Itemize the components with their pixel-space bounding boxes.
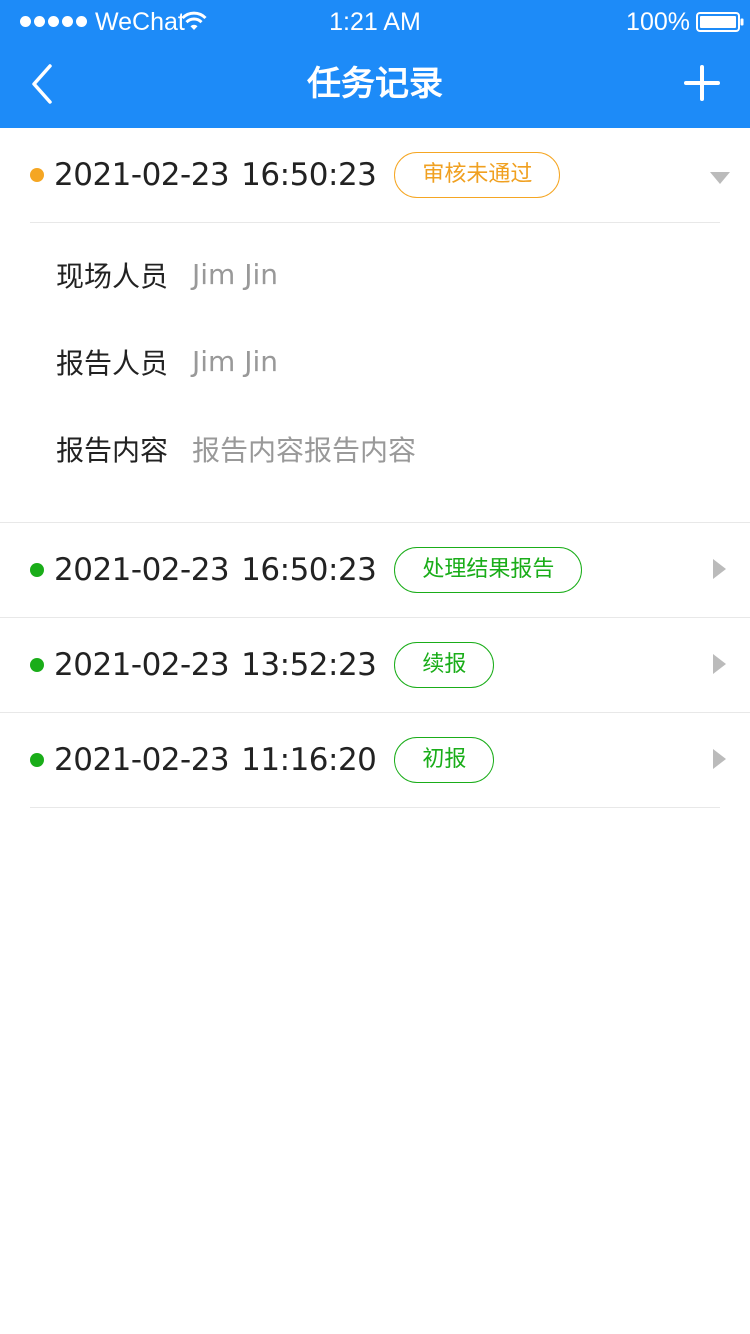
battery-percentage: 100% <box>626 8 690 36</box>
record-time: 11:16:20 <box>241 742 377 778</box>
record-time: 13:52:23 <box>241 647 377 683</box>
chevron-down-icon[interactable] <box>710 172 730 184</box>
status-bar: WeChat 1:21 AM 100% <box>0 0 750 44</box>
record-date: 2021-02-23 <box>54 742 230 778</box>
record-item[interactable]: 2021-02-23 13:52:23 续报 <box>0 618 750 712</box>
record-list: 2021-02-23 16:50:23 审核未通过 现场人员 Jim Jin 报告… <box>0 128 750 808</box>
chevron-right-icon[interactable] <box>713 749 726 769</box>
divider <box>30 807 720 808</box>
status-badge: 续报 <box>394 642 495 688</box>
detail-label: 报告人员 <box>56 346 169 380</box>
record-date: 2021-02-23 <box>54 157 230 193</box>
detail-label: 报告内容 <box>56 433 169 467</box>
status-dot <box>30 658 44 672</box>
header: WeChat 1:21 AM 100% 任务记录 <box>0 0 750 128</box>
battery-icon <box>696 12 744 32</box>
add-icon[interactable] <box>684 65 720 101</box>
record-datetime: 2021-02-23 13:52:23 <box>54 647 377 683</box>
back-icon[interactable] <box>28 62 58 106</box>
status-badge: 初报 <box>394 737 495 783</box>
chevron-right-icon[interactable] <box>713 559 726 579</box>
record-date: 2021-02-23 <box>54 552 230 588</box>
detail-row-report-content: 报告内容 报告内容报告内容 <box>0 405 750 492</box>
record-time: 16:50:23 <box>241 157 377 193</box>
nav-bar: 任务记录 <box>0 44 750 128</box>
page-title: 任务记录 <box>307 64 443 104</box>
detail-value: Jim Jin <box>192 258 279 291</box>
record-item[interactable]: 2021-02-23 11:16:20 初报 <box>0 713 750 807</box>
detail-value: 报告内容报告内容 <box>192 433 417 467</box>
status-dot <box>30 168 44 182</box>
detail-label: 现场人员 <box>56 259 169 293</box>
detail-row-onsite-staff: 现场人员 Jim Jin <box>0 231 750 318</box>
status-dot <box>30 753 44 767</box>
status-badge: 审核未通过 <box>394 152 561 198</box>
detail-row-reporter: 报告人员 Jim Jin <box>0 318 750 405</box>
status-badge: 处理结果报告 <box>394 547 583 593</box>
record-datetime: 2021-02-23 11:16:20 <box>54 742 377 778</box>
record-item[interactable]: 2021-02-23 16:50:23 审核未通过 <box>0 128 750 222</box>
record-datetime: 2021-02-23 16:50:23 <box>54 552 377 588</box>
status-dot <box>30 563 44 577</box>
record-details: 现场人员 Jim Jin 报告人员 Jim Jin 报告内容 报告内容报告内容 <box>0 223 750 522</box>
record-datetime: 2021-02-23 16:50:23 <box>54 157 377 193</box>
detail-value: Jim Jin <box>192 345 279 378</box>
record-item[interactable]: 2021-02-23 16:50:23 处理结果报告 <box>0 523 750 617</box>
record-time: 16:50:23 <box>241 552 377 588</box>
record-date: 2021-02-23 <box>54 647 230 683</box>
chevron-right-icon[interactable] <box>713 654 726 674</box>
